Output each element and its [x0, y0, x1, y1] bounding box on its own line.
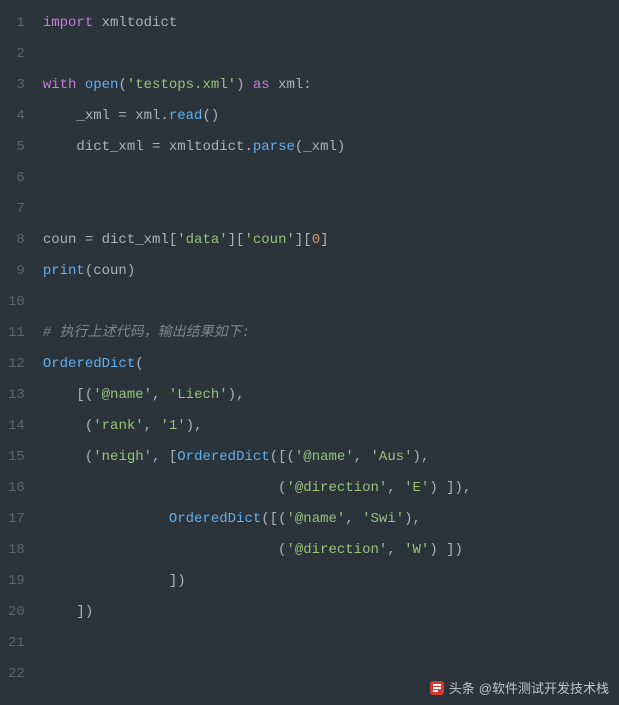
line-number: 18 — [8, 535, 25, 566]
line-number: 6 — [8, 163, 25, 194]
line-number: 15 — [8, 442, 25, 473]
line-number: 13 — [8, 380, 25, 411]
code-line[interactable]: ]) — [43, 597, 619, 628]
code-line[interactable]: OrderedDict([('@name', 'Swi'), — [43, 504, 619, 535]
code-line[interactable]: ('@direction', 'E') ]), — [43, 473, 619, 504]
code-line[interactable]: with open('testops.xml') as xml: — [43, 70, 619, 101]
code-editor[interactable]: 1 2 3 4 5 6 7 8 9 10 11 12 13 14 15 16 1… — [0, 0, 619, 705]
toutiao-icon — [429, 680, 445, 696]
line-number: 9 — [8, 256, 25, 287]
code-line[interactable]: ('neigh', [OrderedDict([('@name', 'Aus')… — [43, 442, 619, 473]
code-line[interactable]: coun = dict_xml['data']['coun'][0] — [43, 225, 619, 256]
code-content[interactable]: import xmltodict with open('testops.xml'… — [35, 0, 619, 705]
code-line[interactable]: print(coun) — [43, 256, 619, 287]
code-line[interactable] — [43, 194, 619, 225]
watermark-handle: @软件测试开发技术栈 — [479, 678, 609, 697]
line-number: 1 — [8, 8, 25, 39]
line-number: 19 — [8, 566, 25, 597]
line-number: 4 — [8, 101, 25, 132]
code-line[interactable] — [43, 287, 619, 318]
line-number: 14 — [8, 411, 25, 442]
line-number: 11 — [8, 318, 25, 349]
code-line[interactable]: ('@direction', 'W') ]) — [43, 535, 619, 566]
watermark: 头条 @软件测试开发技术栈 — [429, 678, 609, 697]
line-number: 16 — [8, 473, 25, 504]
line-number: 7 — [8, 194, 25, 225]
code-line[interactable] — [43, 39, 619, 70]
line-number: 20 — [8, 597, 25, 628]
line-number-gutter: 1 2 3 4 5 6 7 8 9 10 11 12 13 14 15 16 1… — [0, 0, 35, 705]
watermark-prefix: 头条 — [449, 678, 475, 697]
code-line[interactable]: OrderedDict( — [43, 349, 619, 380]
code-line[interactable] — [43, 628, 619, 659]
code-line[interactable]: # 执行上述代码，输出结果如下: — [43, 318, 619, 349]
line-number: 17 — [8, 504, 25, 535]
line-number: 22 — [8, 659, 25, 690]
code-line[interactable]: dict_xml = xmltodict.parse(_xml) — [43, 132, 619, 163]
code-line[interactable]: ]) — [43, 566, 619, 597]
line-number: 12 — [8, 349, 25, 380]
code-line[interactable]: ('rank', '1'), — [43, 411, 619, 442]
line-number: 8 — [8, 225, 25, 256]
code-line[interactable]: [('@name', 'Liech'), — [43, 380, 619, 411]
line-number: 5 — [8, 132, 25, 163]
line-number: 3 — [8, 70, 25, 101]
line-number: 2 — [8, 39, 25, 70]
line-number: 21 — [8, 628, 25, 659]
code-line[interactable]: import xmltodict — [43, 8, 619, 39]
code-line[interactable]: _xml = xml.read() — [43, 101, 619, 132]
line-number: 10 — [8, 287, 25, 318]
code-line[interactable] — [43, 163, 619, 194]
